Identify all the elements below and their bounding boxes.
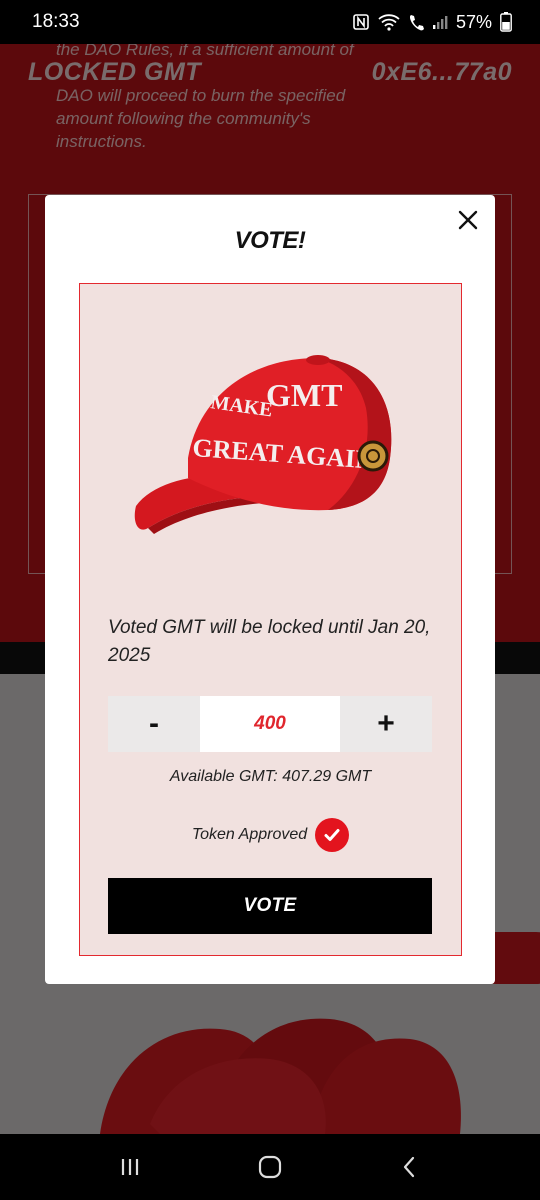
- status-icons: 57%: [352, 12, 512, 33]
- increment-button[interactable]: +: [340, 696, 432, 752]
- available-balance: Available GMT: 407.29 GMT: [169, 768, 372, 785]
- vote-card: MAKE GMT GREAT AGAIN Voted GMT will be l…: [79, 283, 462, 956]
- gmt-cap-image: MAKE GMT GREAT AGAIN: [134, 355, 392, 534]
- home-icon: [258, 1155, 282, 1179]
- recent-apps-button[interactable]: [100, 1142, 160, 1192]
- back-button[interactable]: [380, 1142, 440, 1192]
- battery-icon: [500, 12, 512, 32]
- vote-modal: VOTE! MAKE GMT GREAT AGAIN Voted GMT wil…: [45, 195, 495, 984]
- nfc-icon: [352, 13, 370, 31]
- wifi-icon: [378, 13, 400, 31]
- modal-title: VOTE!: [234, 227, 306, 254]
- battery-percent: 57%: [455, 11, 492, 32]
- navigation-bar: [0, 1134, 540, 1200]
- recent-apps-icon: [121, 1159, 139, 1175]
- back-icon: [403, 1156, 415, 1178]
- amount-stepper: - +: [108, 696, 432, 752]
- decrement-button[interactable]: -: [108, 696, 200, 752]
- token-approved-label: Token Approved: [191, 826, 308, 843]
- vote-button[interactable]: VOTE: [108, 878, 432, 934]
- checkmark-icon: [315, 818, 350, 852]
- lock-info-text: Voted GMT will be locked until Jan 20, 2…: [108, 617, 431, 666]
- call-icon: [408, 13, 424, 31]
- status-time: 18:33: [32, 11, 80, 32]
- signal-icon: [432, 14, 448, 30]
- token-approved-status: Token Approved: [80, 818, 461, 852]
- home-button[interactable]: [240, 1142, 300, 1192]
- cap-text-gmt: GMT: [266, 377, 342, 413]
- amount-input[interactable]: [200, 696, 340, 752]
- status-bar: 18:33 57%: [0, 0, 540, 44]
